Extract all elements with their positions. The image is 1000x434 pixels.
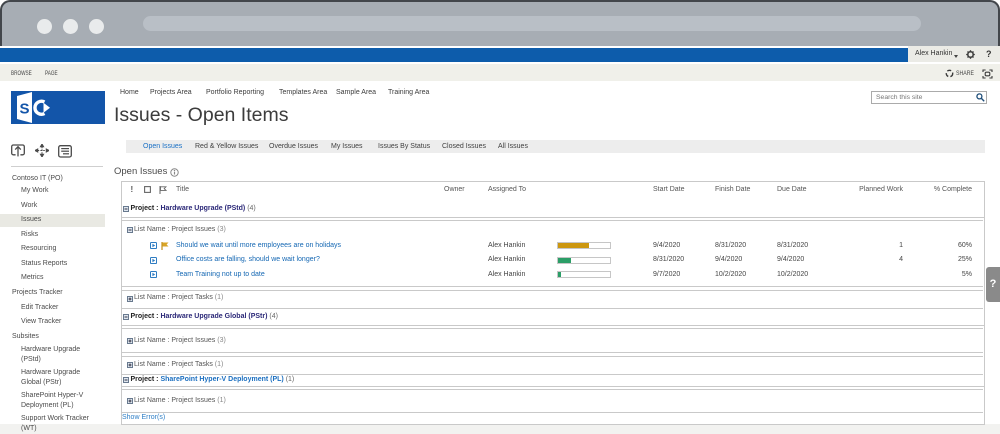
svg-text:S: S xyxy=(20,101,30,118)
